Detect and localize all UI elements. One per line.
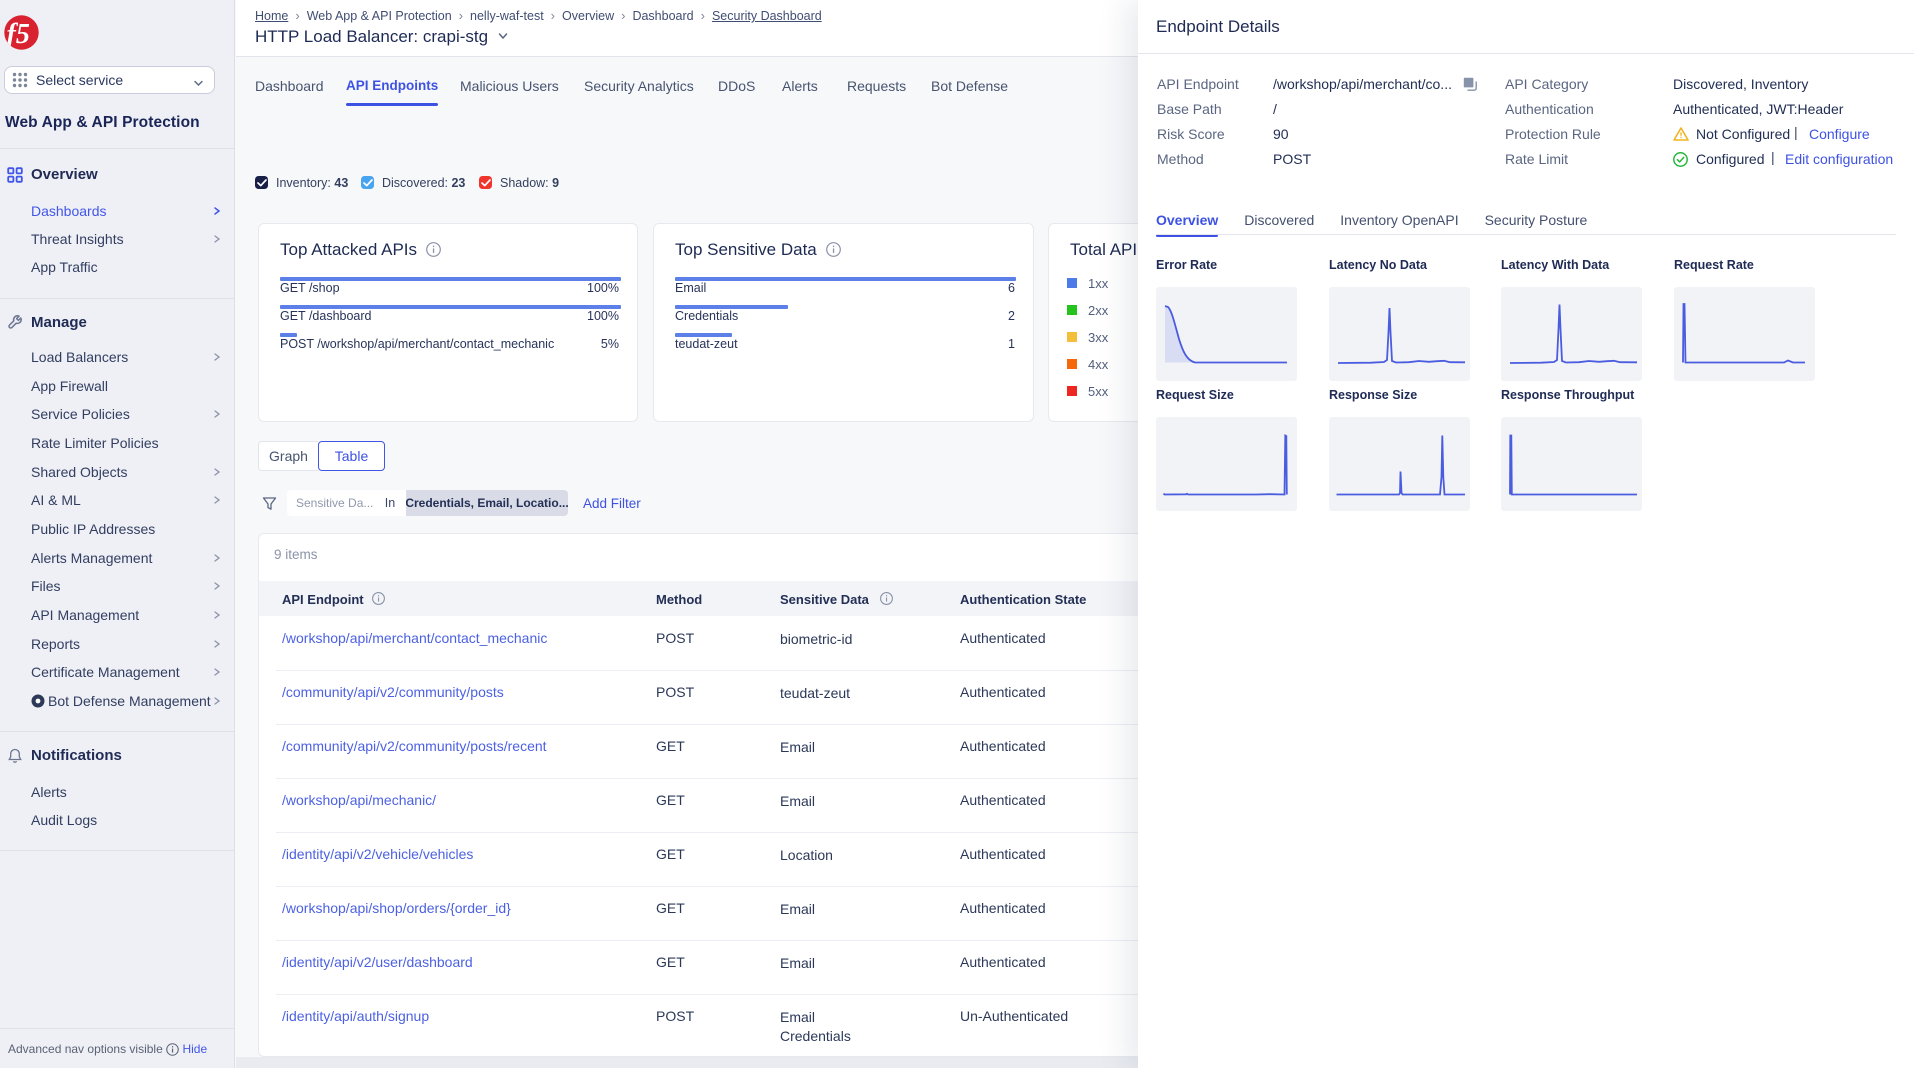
svg-text:f5: f5 [7, 19, 30, 50]
